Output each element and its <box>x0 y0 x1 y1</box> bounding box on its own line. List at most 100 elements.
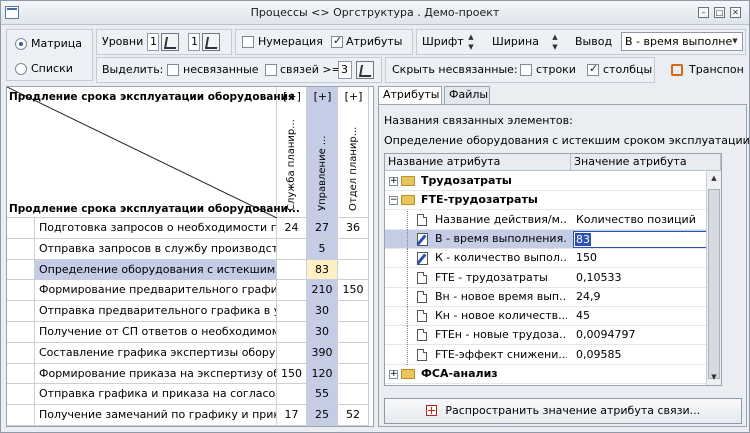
links-ge-checkbox[interactable] <box>265 64 277 76</box>
levels-input-2[interactable]: 1 <box>188 33 200 51</box>
propagate-button[interactable]: Распространить значение атрибута связи..… <box>384 398 742 424</box>
row-header[interactable]: Формирование приказа на экспертизу обору… <box>35 363 277 385</box>
expand-column-button[interactable]: [+] <box>344 90 364 103</box>
matrix-cell[interactable]: 210 <box>307 280 338 302</box>
scroll-thumb[interactable] <box>708 189 720 379</box>
tree-row[interactable]: + ФСА-анализ <box>385 365 721 384</box>
row-header[interactable]: Подготовка запросов о необходимости прод… <box>35 218 277 239</box>
matrix-cell[interactable]: 30 <box>307 322 338 343</box>
matrix-cell[interactable]: 120 <box>307 363 338 385</box>
attribute-value-editor[interactable]: 83 <box>573 230 719 248</box>
matrix-cell[interactable] <box>277 301 307 322</box>
matrix-cell[interactable] <box>338 238 369 260</box>
matrix-cell[interactable] <box>338 363 369 385</box>
attribute-value[interactable]: 24,9 <box>576 288 716 306</box>
tree-row[interactable]: В - время выполнения... 83 <box>385 229 721 249</box>
column-header[interactable]: [+] Служба планир... <box>277 87 307 218</box>
tree-row[interactable]: + Трудозатраты <box>385 172 721 191</box>
column-header[interactable]: [+] Отдел планир... <box>338 87 369 218</box>
scroll-down-icon[interactable]: ▼ <box>707 370 721 384</box>
matrix-cell[interactable] <box>338 322 369 343</box>
attribute-tree: Название атрибута Значение атрибута + Тру… <box>384 153 722 386</box>
attribute-value[interactable]: Количество позиций <box>576 211 716 229</box>
select-label: Выделить: <box>102 63 164 76</box>
tree-row[interactable]: Название действия/м... Количество позиций <box>385 210 721 230</box>
matrix-cell[interactable]: 5 <box>307 238 338 260</box>
matrix-cell[interactable]: 52 <box>338 405 369 426</box>
matrix-cell[interactable] <box>277 238 307 260</box>
attribute-value[interactable]: 45 <box>576 307 716 325</box>
row-header[interactable]: Определение оборудования с истекшим сро.… <box>35 259 277 281</box>
minimize-icon[interactable]: – <box>698 7 709 18</box>
lists-radio[interactable] <box>15 63 27 75</box>
numbering-checkbox[interactable] <box>242 36 254 48</box>
hide-rows-checkbox[interactable] <box>520 64 532 76</box>
unlinked-checkbox[interactable] <box>167 64 179 76</box>
collapse-icon[interactable]: − <box>389 196 398 206</box>
row-header[interactable]: Составление графика экспертизы оборудов.… <box>35 342 277 364</box>
matrix-cell[interactable] <box>277 384 307 406</box>
transpose-button[interactable]: Транспон <box>671 63 749 79</box>
column-header[interactable]: [+] Управление ... <box>307 87 338 218</box>
width-spinner[interactable]: ▲ ▼ <box>547 32 563 52</box>
matrix-cell[interactable]: 25 <box>307 405 338 426</box>
hide-cols-checkbox[interactable] <box>587 62 599 76</box>
matrix-radio[interactable] <box>15 38 27 50</box>
row-header[interactable]: Получение замечаний по графику и приказу <box>35 405 277 426</box>
row-header[interactable]: Отправка запросов в службу производства … <box>35 238 277 260</box>
expand-column-button[interactable]: [+] <box>313 90 333 103</box>
font-size-spinner[interactable]: ▲ ▼ <box>463 32 479 52</box>
tree-row[interactable]: FTEн - новые трудоза... 0,0094797 <box>385 326 721 346</box>
tree-row[interactable]: Вн - новое время вып... 24,9 <box>385 287 721 307</box>
matrix-cell[interactable] <box>338 342 369 364</box>
attribute-value[interactable]: 150 <box>576 249 716 267</box>
tree-row[interactable]: FTE-эффект снижени... 0,09585 <box>385 345 721 365</box>
matrix-cell[interactable]: 390 <box>307 342 338 364</box>
row-header[interactable]: Отправка предварительного графика в упра… <box>35 301 277 322</box>
matrix-cell[interactable] <box>338 384 369 406</box>
matrix-cell[interactable]: 30 <box>307 301 338 322</box>
tab-attributes[interactable]: Атрибуты <box>378 86 442 105</box>
matrix-cell[interactable] <box>338 259 369 281</box>
tree-scrollbar[interactable]: ▲ ▼ <box>706 171 721 385</box>
tree-row[interactable]: Кн - новое количеств... 45 <box>385 307 721 327</box>
tree-row[interactable]: К - количество выпол... 150 <box>385 249 721 269</box>
matrix-cell[interactable]: 83 <box>307 259 338 281</box>
levels-apply-1-icon[interactable] <box>161 33 179 51</box>
expand-column-button[interactable]: [+] <box>282 90 302 103</box>
col-header-value[interactable]: Значение атрибута <box>571 154 721 171</box>
matrix-cell[interactable]: 36 <box>338 218 369 239</box>
attribute-value[interactable]: 0,09585 <box>576 346 716 364</box>
attribute-value[interactable]: 0,0094797 <box>576 326 716 344</box>
close-icon[interactable]: ✕ <box>730 7 741 18</box>
row-header[interactable]: Отправка графика и приказа на согласован… <box>35 384 277 406</box>
col-header-name[interactable]: Название атрибута <box>385 154 571 171</box>
matrix-cell[interactable]: 24 <box>277 218 307 239</box>
matrix-cell[interactable]: 55 <box>307 384 338 406</box>
tree-row[interactable]: − FTE-трудозатраты <box>385 191 721 211</box>
matrix-cell[interactable] <box>277 342 307 364</box>
matrix-cell[interactable]: 150 <box>338 280 369 302</box>
matrix-cell[interactable] <box>277 259 307 281</box>
matrix-cell[interactable] <box>338 301 369 322</box>
matrix-cell[interactable]: 27 <box>307 218 338 239</box>
matrix-cell[interactable]: 150 <box>277 363 307 385</box>
tree-row[interactable]: FTE - трудозатраты 0,10533 <box>385 268 721 288</box>
levels-apply-2-icon[interactable] <box>202 33 220 51</box>
matrix-cell[interactable] <box>277 322 307 343</box>
expand-icon[interactable]: + <box>389 177 398 186</box>
links-ge-input[interactable]: 3 <box>338 61 352 79</box>
scroll-up-icon[interactable]: ▲ <box>707 171 721 185</box>
matrix-cell[interactable] <box>277 280 307 302</box>
row-header[interactable]: Получение от СП ответов о необходимом пр… <box>35 322 277 343</box>
matrix-cell[interactable]: 17 <box>277 405 307 426</box>
levels-input-1[interactable]: 1 <box>147 33 159 51</box>
tab-files[interactable]: Файлы <box>444 86 490 104</box>
row-header[interactable]: Формирование предварительного графика п.… <box>35 280 277 302</box>
maximize-icon[interactable]: □ <box>714 7 725 18</box>
expand-icon[interactable]: + <box>389 370 398 379</box>
output-select[interactable]: В - время выполне ▼ <box>621 32 743 51</box>
attribute-value[interactable]: 0,10533 <box>576 269 716 287</box>
links-ge-apply-icon[interactable] <box>356 61 374 79</box>
attributes-checkbox[interactable] <box>331 34 343 48</box>
